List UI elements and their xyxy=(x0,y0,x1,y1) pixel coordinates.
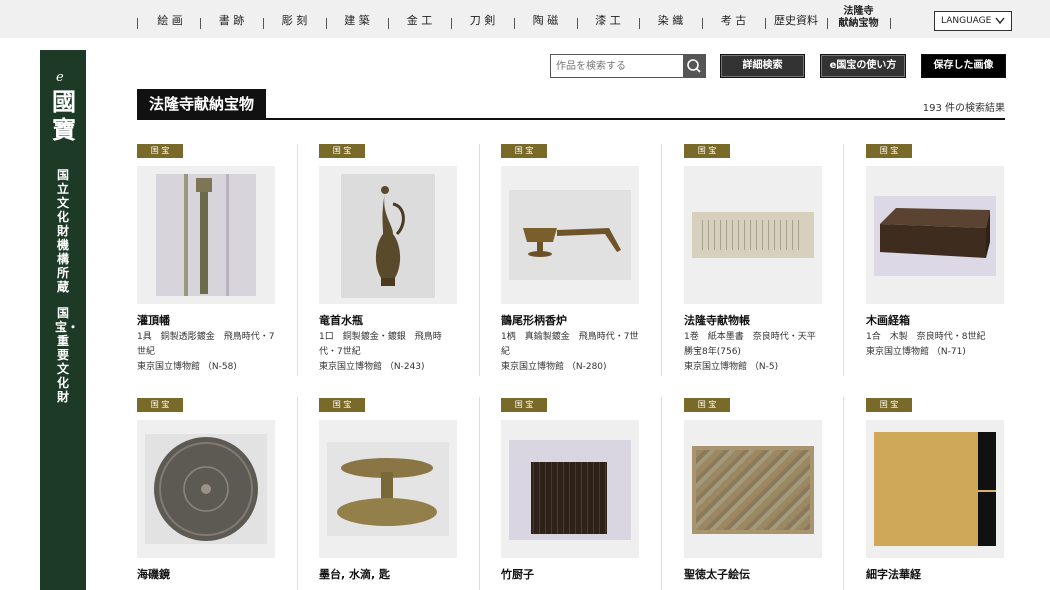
advanced-search-button[interactable]: 詳細検索 xyxy=(720,54,805,78)
artwork-description: 1合 木製 奈良時代・8世紀 東京国立博物館 （N-71) xyxy=(866,330,1006,360)
artwork-thumbnail[interactable] xyxy=(137,420,275,558)
ewer-photo xyxy=(341,174,435,298)
nav-separator xyxy=(890,18,891,29)
national-treasure-badge: 国 宝 xyxy=(866,144,912,158)
column-divider xyxy=(661,144,662,376)
national-treasure-badge: 国 宝 xyxy=(684,398,730,412)
artwork-location: 東京国立博物館 （N-58) xyxy=(137,362,237,372)
nav-item-ceramics[interactable]: 陶 磁 xyxy=(514,10,577,32)
results-count: 193 件の検索結果 xyxy=(922,103,1005,114)
artwork-description: 1柄 真鍮製鍍金 飛鳥時代・7世紀 東京国立博物館 （N-280) xyxy=(501,330,641,375)
artwork-thumbnail[interactable] xyxy=(319,420,457,558)
artwork-description: 1具 銅製透彫鍍金 飛鳥時代・7世紀 東京国立博物館 （N-58) xyxy=(137,330,277,375)
artwork-thumbnail[interactable] xyxy=(501,420,639,558)
national-treasure-badge: 国 宝 xyxy=(137,398,183,412)
column-divider xyxy=(843,397,844,590)
artwork-thumbnail[interactable] xyxy=(137,166,275,304)
artwork-meta: 1口 銅製鍍金・鍍銀 飛鳥時代・7世紀 xyxy=(319,332,442,357)
sutra-scroll-photo xyxy=(874,432,996,546)
censer-photo xyxy=(509,190,631,280)
column-divider xyxy=(843,144,844,376)
page-title: 法隆寺献納宝物 xyxy=(137,89,267,119)
artwork-description: 1巻 紙本墨書 奈良時代・天平勝宝8年(756) 東京国立博物館 （N-5) xyxy=(684,330,824,375)
artwork-title[interactable]: 墨台, 水滴, 匙 xyxy=(319,566,390,582)
nav-item-historical-materials[interactable]: 歴史資料 xyxy=(765,10,827,32)
artwork-thumbnail[interactable] xyxy=(684,420,822,558)
saved-images-button[interactable]: 保存した画像 xyxy=(921,54,1006,78)
logo-kokuho[interactable]: 國寶 xyxy=(52,88,76,144)
language-select[interactable]: LANGUAGE xyxy=(934,11,1012,31)
artwork-meta: 1柄 真鍮製鍍金 飛鳥時代・7世紀 xyxy=(501,332,639,357)
artwork-title[interactable]: 竜首水瓶 xyxy=(319,312,363,328)
artwork-thumbnail[interactable] xyxy=(866,166,1004,304)
nav-item-sculpture[interactable]: 彫 刻 xyxy=(263,10,326,32)
national-treasure-badge: 国 宝 xyxy=(137,144,183,158)
artwork-thumbnail[interactable] xyxy=(684,166,822,304)
nav-item-textiles[interactable]: 染 織 xyxy=(639,10,702,32)
nav-active-line2: 献納宝物 xyxy=(838,18,879,29)
artwork-description: 1口 銅製鍍金・鍍銀 飛鳥時代・7世紀 東京国立博物館 （N-243) xyxy=(319,330,459,375)
column-divider xyxy=(479,144,480,376)
artwork-location: 東京国立博物館 （N-71) xyxy=(866,347,966,357)
search-input[interactable] xyxy=(551,55,689,77)
artwork-meta: 1巻 紙本墨書 奈良時代・天平勝宝8年(756) xyxy=(684,332,816,357)
bamboo-cabinet-photo xyxy=(509,440,631,540)
artwork-location: 東京国立博物館 （N-243) xyxy=(319,362,425,372)
banner-photo xyxy=(156,174,256,296)
artwork-title[interactable]: 竹厨子 xyxy=(501,566,534,582)
artwork-thumbnail[interactable] xyxy=(319,166,457,304)
logo-e[interactable]: e xyxy=(56,70,64,85)
nav-separator xyxy=(137,18,138,29)
artwork-thumbnail[interactable] xyxy=(866,420,1004,558)
column-divider xyxy=(479,397,480,590)
artwork-thumbnail[interactable] xyxy=(501,166,639,304)
painting-photo xyxy=(692,446,814,534)
national-treasure-badge: 国 宝 xyxy=(319,398,365,412)
column-divider xyxy=(297,397,298,590)
column-divider xyxy=(661,397,662,590)
artwork-title[interactable]: 木画経箱 xyxy=(866,312,910,328)
artwork-location: 東京国立博物館 （N-5) xyxy=(684,362,779,372)
sidebar-vertical-text-1: 国立文化財機構所蔵 xyxy=(56,168,69,294)
national-treasure-badge: 国 宝 xyxy=(501,398,547,412)
chevron-down-icon xyxy=(995,12,1005,37)
sutra-box-photo xyxy=(874,196,996,276)
artwork-title[interactable]: 細字法華経 xyxy=(866,566,921,582)
artwork-title[interactable]: 灌頂幡 xyxy=(137,312,170,328)
artwork-title[interactable]: 聖徳太子絵伝 xyxy=(684,566,750,582)
search-box xyxy=(550,54,706,78)
ink-stand-photo xyxy=(327,442,449,536)
how-to-use-button[interactable]: e国宝の使い方 xyxy=(820,54,906,78)
scroll-photo xyxy=(692,212,814,258)
nav-item-horyuji-treasures[interactable]: 法隆寺 献納宝物 xyxy=(827,6,890,32)
column-divider xyxy=(297,144,298,376)
nav-item-metalwork[interactable]: 金 工 xyxy=(388,10,451,32)
national-treasure-badge: 国 宝 xyxy=(866,398,912,412)
title-underline xyxy=(137,118,1005,120)
nav-active-line1: 法隆寺 xyxy=(843,6,874,17)
nav-item-calligraphy[interactable]: 書 跡 xyxy=(200,10,263,32)
artwork-meta: 1具 銅製透彫鍍金 飛鳥時代・7世紀 xyxy=(137,332,275,357)
national-treasure-badge: 国 宝 xyxy=(501,144,547,158)
nav-item-painting[interactable]: 絵 画 xyxy=(140,10,200,32)
artwork-title[interactable]: 鵲尾形柄香炉 xyxy=(501,312,567,328)
mirror-photo xyxy=(145,434,267,544)
national-treasure-badge: 国 宝 xyxy=(684,144,730,158)
artwork-title[interactable]: 法隆寺献物帳 xyxy=(684,312,750,328)
language-label: LANGUAGE xyxy=(941,16,992,26)
artwork-title[interactable]: 海磯鏡 xyxy=(137,566,170,582)
nav-item-swords[interactable]: 刀 剣 xyxy=(451,10,514,32)
top-nav: 絵 画 書 跡 彫 刻 建 築 金 工 刀 剣 陶 磁 漆 工 染 織 考 古 … xyxy=(0,0,1050,38)
sidebar-brand: e 國寶 国立文化財機構所蔵 国宝・重要文化財 xyxy=(40,50,86,590)
artwork-meta: 1合 木製 奈良時代・8世紀 xyxy=(866,332,986,342)
nav-item-archaeology[interactable]: 考 古 xyxy=(702,10,765,32)
artwork-location: 東京国立博物館 （N-280) xyxy=(501,362,607,372)
search-icon xyxy=(683,59,705,81)
search-button[interactable] xyxy=(683,55,705,77)
national-treasure-badge: 国 宝 xyxy=(319,144,365,158)
nav-item-architecture[interactable]: 建 築 xyxy=(326,10,388,32)
sidebar-vertical-text-2: 国宝・重要文化財 xyxy=(55,306,80,404)
nav-item-lacquer[interactable]: 漆 工 xyxy=(577,10,639,32)
